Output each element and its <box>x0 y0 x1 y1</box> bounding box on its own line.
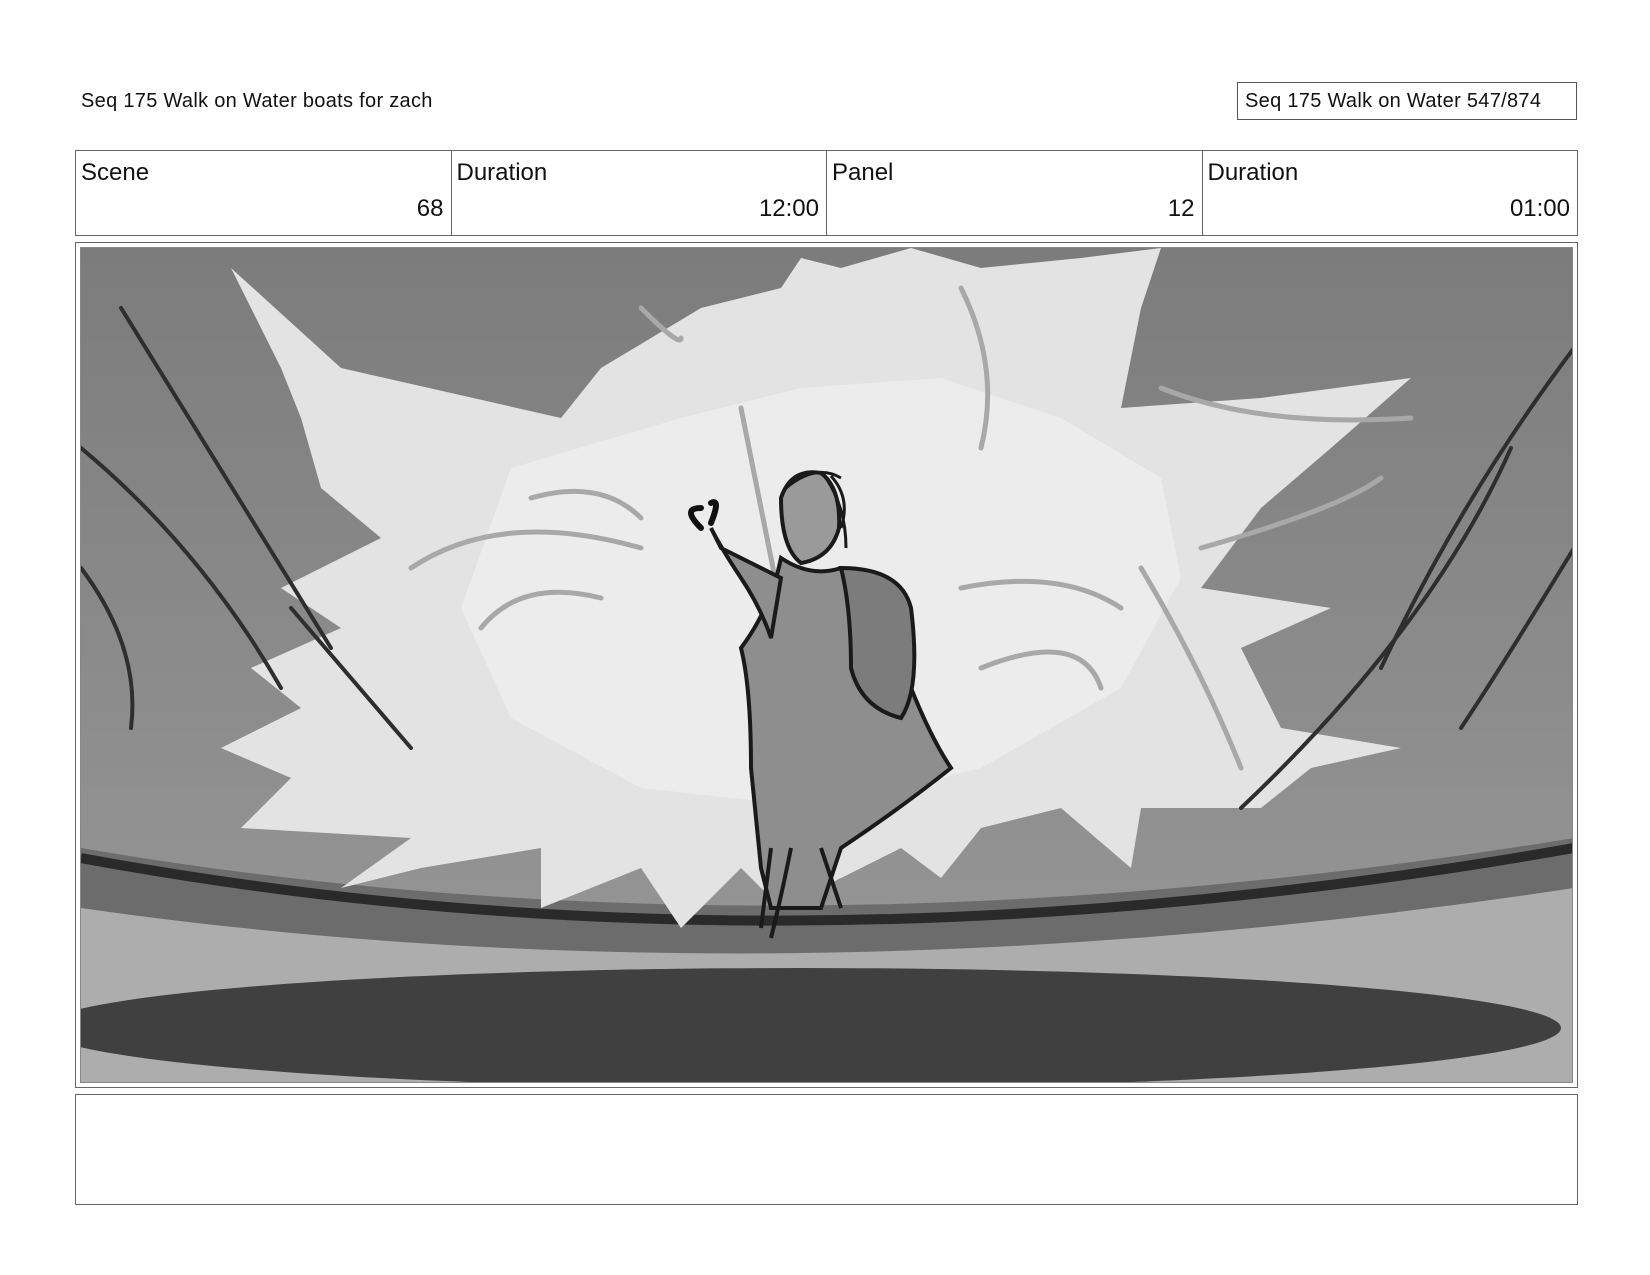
storyboard-panel-image <box>80 247 1573 1083</box>
panel-cell: Panel 12 <box>827 151 1203 235</box>
panel-duration-value: 01:00 <box>1509 195 1570 222</box>
panel-value: 12 <box>1167 195 1195 222</box>
scene-cell: Scene 68 <box>76 151 452 235</box>
scene-value: 68 <box>416 195 444 222</box>
sequence-title: Seq 175 Walk on Water boats for zach <box>81 90 433 112</box>
scene-label: Scene <box>81 159 150 186</box>
sequence-page-counter: Seq 175 Walk on Water 547/874 <box>1237 82 1577 120</box>
panel-notes-box <box>75 1094 1578 1205</box>
storyboard-sketch <box>81 248 1572 1082</box>
panel-label: Panel <box>832 159 894 186</box>
scene-info-table: Scene 68 Duration 12:00 Panel 12 Duratio… <box>75 150 1578 236</box>
scene-duration-label: Duration <box>456 159 548 186</box>
storyboard-panel-frame <box>75 242 1578 1088</box>
panel-duration-cell: Duration 01:00 <box>1203 151 1578 235</box>
scene-duration-value: 12:00 <box>758 195 819 222</box>
panel-duration-label: Duration <box>1207 159 1299 186</box>
scene-duration-cell: Duration 12:00 <box>452 151 827 235</box>
